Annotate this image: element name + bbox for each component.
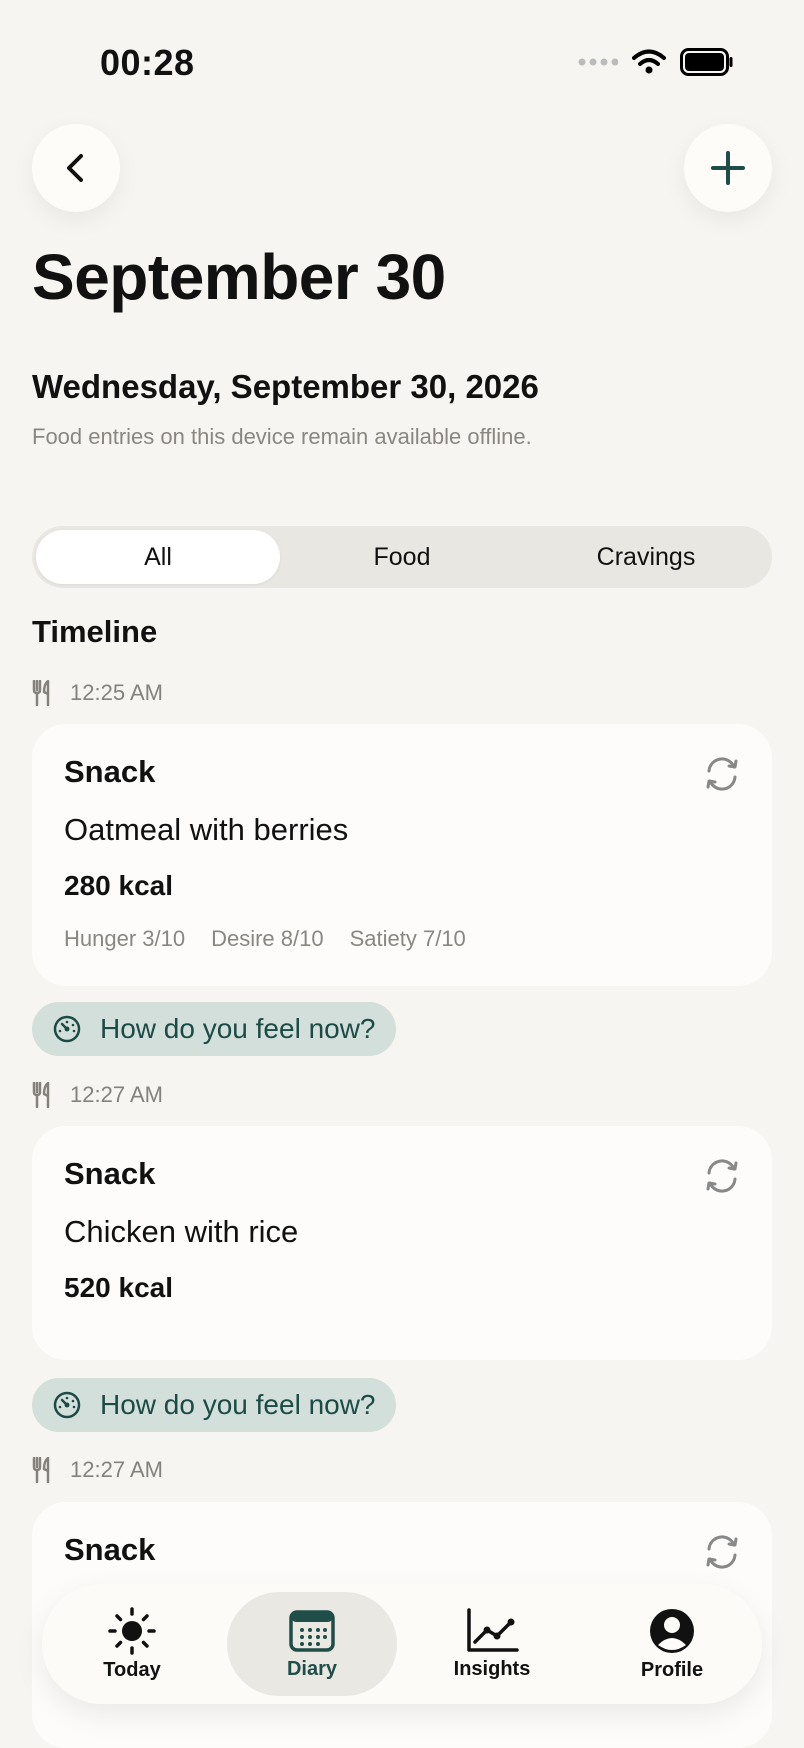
nav-today[interactable]: Today <box>47 1592 217 1696</box>
wifi-icon <box>632 49 666 74</box>
sync-icon <box>706 757 738 791</box>
full-date: Wednesday, September 30, 2026 <box>32 368 539 405</box>
nav-diary[interactable]: Diary <box>227 1592 397 1696</box>
meal-type: Snack <box>64 1532 156 1567</box>
tab-food[interactable]: Food <box>280 530 524 584</box>
tab-cravings[interactable]: Cravings <box>524 530 768 584</box>
desire-metric: Desire 8/10 <box>211 926 324 951</box>
entry-time: 12:27 AM <box>70 1082 163 1107</box>
profile-icon <box>650 1608 694 1653</box>
nav-diary-label: Diary <box>286 1657 338 1680</box>
chart-icon <box>467 1607 519 1652</box>
satiety-metric: Satiety 7/10 <box>349 926 466 951</box>
sync-icon <box>706 1535 738 1569</box>
gauge-icon <box>53 1015 81 1043</box>
gauge-icon <box>53 1391 81 1419</box>
nav-today-label: Today <box>103 1658 161 1681</box>
meal-name: Oatmeal with berries <box>64 812 349 847</box>
entry-card[interactable]: Snack Oatmeal with berries 280 kcal Hung… <box>32 724 772 986</box>
add-entry-button[interactable] <box>684 124 772 212</box>
meal-name: Chicken with rice <box>64 1214 299 1249</box>
entry-card[interactable]: Snack Chicken with rice 520 kcal <box>32 1126 772 1360</box>
fork-knife-icon <box>32 1457 50 1483</box>
entry-time-row: 12:25 AM <box>32 680 163 706</box>
fork-knife-icon <box>32 680 50 706</box>
feel-now-button[interactable]: How do you feel now? <box>32 1002 396 1056</box>
fork-knife-icon <box>32 1082 50 1108</box>
entry-time-row: 12:27 AM <box>32 1082 163 1108</box>
nav-profile-label: Profile <box>640 1658 704 1681</box>
back-button[interactable] <box>32 124 120 212</box>
status-icons <box>578 48 734 76</box>
calendar-icon <box>289 1609 335 1652</box>
feel-now-button[interactable]: How do you feel now? <box>32 1378 396 1432</box>
tab-all[interactable]: All <box>36 530 280 584</box>
timeline-title: Timeline <box>32 614 158 649</box>
feel-now-label: How do you feel now? <box>100 1389 376 1420</box>
nav-profile[interactable]: Profile <box>587 1592 757 1696</box>
chevron-left-icon <box>67 154 83 182</box>
meal-kcal: 520 kcal <box>64 1272 173 1303</box>
meal-type: Snack <box>64 754 156 789</box>
feel-now-label: How do you feel now? <box>100 1013 376 1044</box>
entry-time-row: 12:27 AM <box>32 1457 163 1483</box>
page-title: September 30 <box>32 241 446 313</box>
entry-time: 12:27 AM <box>70 1457 163 1482</box>
battery-icon <box>680 48 733 76</box>
signal-icon <box>578 58 618 66</box>
plus-icon <box>711 151 745 185</box>
nav-insights[interactable]: Insights <box>407 1592 577 1696</box>
meal-metrics: Hunger 3/10 Desire 8/10 Satiety 7/10 <box>64 926 740 952</box>
sync-icon <box>706 1159 738 1193</box>
nav-insights-label: Insights <box>453 1657 531 1680</box>
sun-icon <box>108 1606 156 1655</box>
status-time: 00:28 <box>100 42 195 83</box>
entry-time: 12:25 AM <box>70 680 163 705</box>
hunger-metric: Hunger 3/10 <box>64 926 186 951</box>
offline-note: Food entries on this device remain avail… <box>32 424 532 449</box>
bottom-tab-bar: Today Diary Insights Profile <box>42 1584 762 1704</box>
filter-segmented-control: All Food Cravings <box>32 526 772 588</box>
meal-kcal: 280 kcal <box>64 870 173 901</box>
meal-type: Snack <box>64 1156 156 1191</box>
